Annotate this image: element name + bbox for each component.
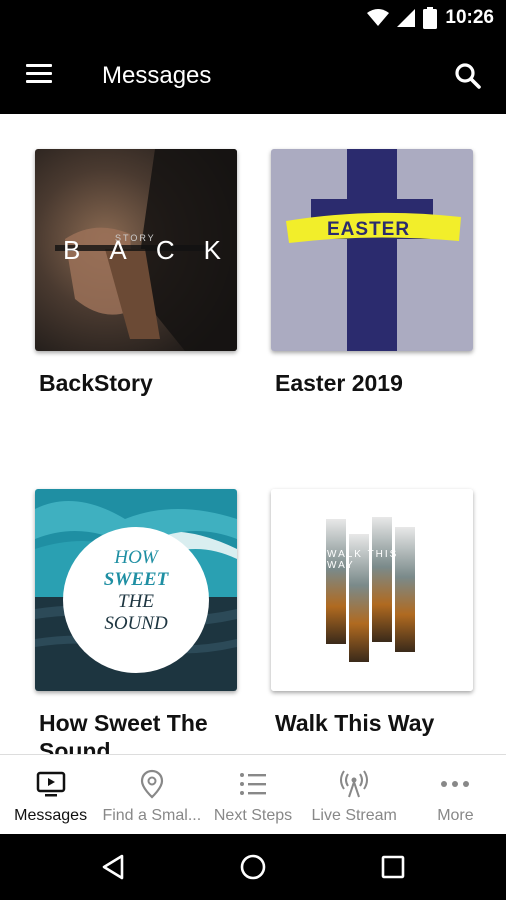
art-line: THE [118, 591, 154, 612]
nav-label: Live Stream [311, 807, 397, 824]
home-circle-icon[interactable] [238, 852, 268, 882]
tv-play-icon [36, 769, 66, 799]
wifi-icon [367, 9, 390, 26]
art-letter: K [203, 235, 223, 265]
nav-next-steps[interactable]: Next Steps [202, 755, 303, 834]
art-letter: C [155, 235, 177, 265]
art-line: SOUND [104, 613, 168, 634]
art-line: SWEET [103, 569, 169, 590]
nav-label: More [437, 807, 474, 824]
broadcast-icon [339, 769, 369, 799]
nav-label: Next Steps [213, 807, 293, 824]
back-triangle-icon[interactable] [98, 852, 128, 882]
easter-artwork[interactable]: EASTER [271, 149, 473, 351]
nav-find-small-group[interactable]: Find a Smal... [101, 755, 202, 834]
walk-art-text: WALK THIS WAY [327, 549, 399, 571]
how-sweet-the-sound-artwork[interactable]: HOW SWEET THE SOUND [35, 489, 237, 691]
signal-icon [397, 9, 416, 27]
app-bar: Messages [0, 36, 506, 114]
message-title[interactable]: How Sweet The Sound [39, 709, 249, 754]
nav-more[interactable]: More [405, 755, 506, 834]
backstory-artwork[interactable]: BACK STORY [35, 149, 237, 351]
page-title: Messages [102, 62, 212, 89]
nav-live-stream[interactable]: Live Stream [304, 755, 405, 834]
nav-messages[interactable]: Messages [0, 755, 101, 834]
backstory-art-subtext: STORY [115, 233, 156, 243]
how-sweet-art-text: HOW SWEET THE SOUND [63, 547, 209, 635]
system-nav-bar [0, 834, 506, 900]
search-icon[interactable] [454, 62, 482, 90]
more-dots-icon [440, 769, 470, 799]
walk-this-way-artwork[interactable]: WALK THIS WAY [271, 489, 473, 691]
nav-label: Messages [14, 807, 88, 824]
list-icon [238, 769, 268, 799]
nav-label: Find a Smal... [102, 807, 202, 824]
hamburger-menu-icon[interactable] [26, 64, 52, 84]
message-title[interactable]: Easter 2019 [275, 369, 485, 397]
recents-square-icon[interactable] [378, 852, 408, 882]
status-icons: 10:26 [367, 6, 494, 30]
art-line: HOW [114, 547, 158, 568]
bottom-nav: Messages Find a Smal... Next Steps Live … [0, 754, 506, 834]
message-title[interactable]: BackStory [39, 369, 249, 397]
battery-icon [423, 7, 438, 29]
message-title[interactable]: Walk This Way [275, 709, 485, 737]
messages-grid: BACK STORY BackStory EASTER Easter 2019 [0, 114, 506, 754]
status-time: 10:26 [445, 7, 494, 28]
status-bar: 10:26 [0, 0, 506, 36]
art-letter: B [63, 235, 83, 265]
location-pin-icon [137, 769, 167, 799]
easter-art-text: EASTER [327, 219, 411, 240]
